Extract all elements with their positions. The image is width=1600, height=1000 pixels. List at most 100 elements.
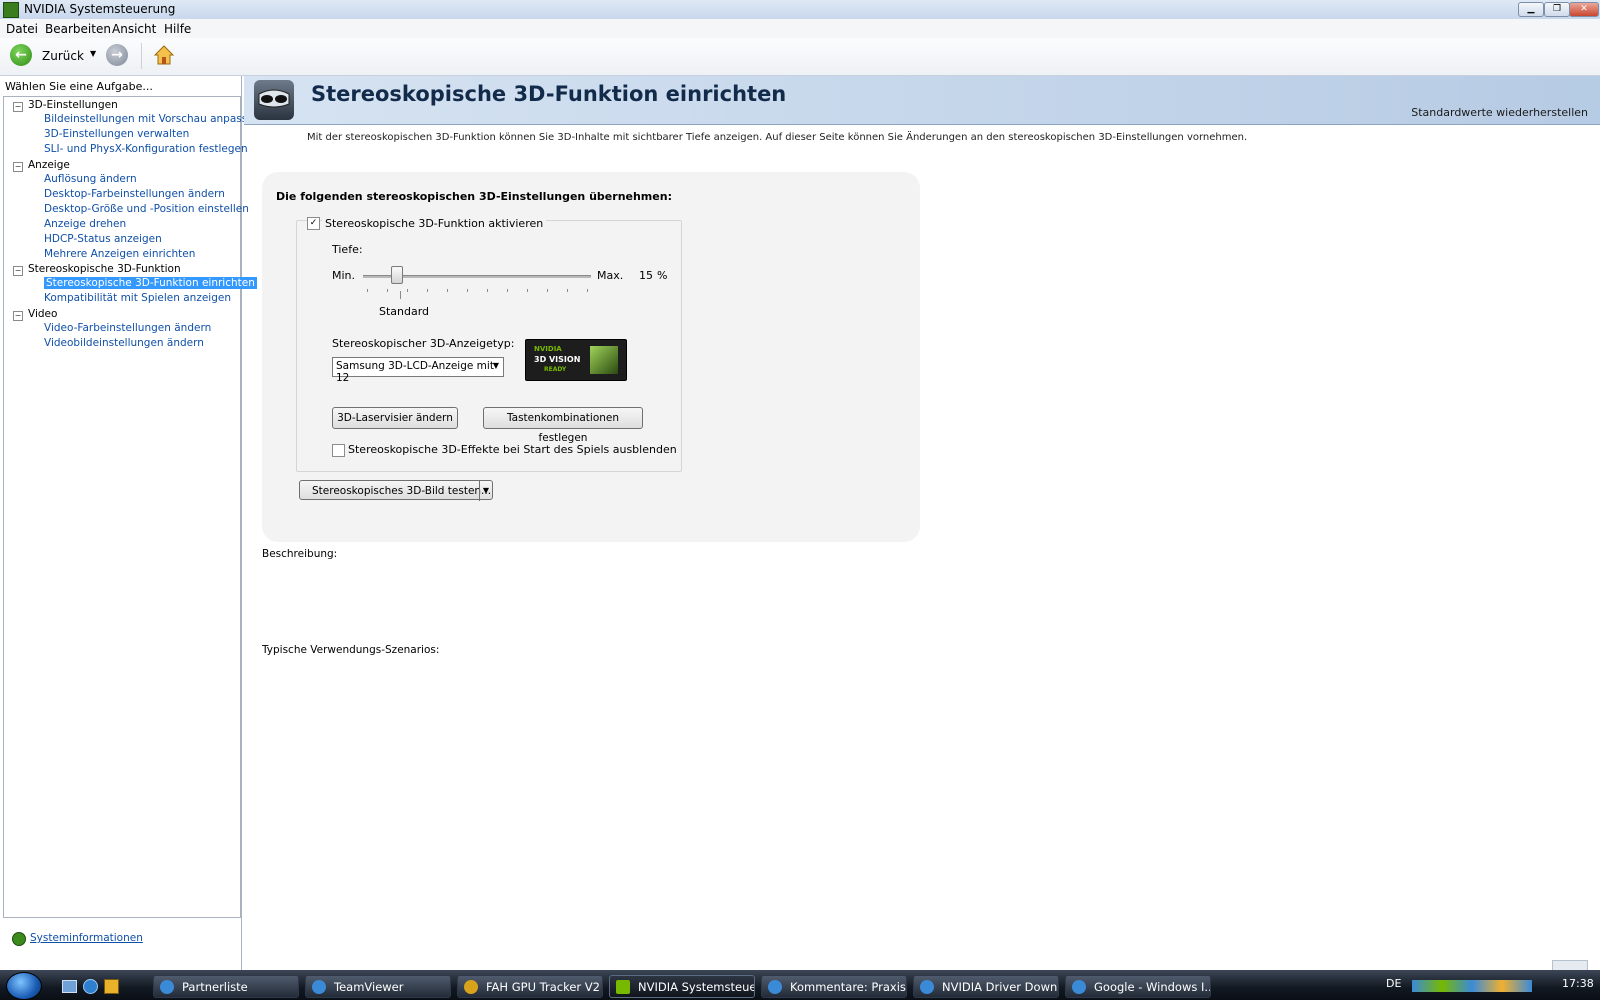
- enable-stereo-label[interactable]: Stereoskopische 3D-Funktion aktivieren: [322, 217, 547, 230]
- menu-bar: Datei Bearbeiten Ansicht Hilfe: [0, 19, 1600, 39]
- back-button-label[interactable]: Zurück: [42, 49, 84, 63]
- task-sidebar: Wählen Sie eine Aufgabe... − 3D-Einstell…: [3, 76, 260, 970]
- tree-item-anzeige-drehen[interactable]: Anzeige drehen: [44, 218, 126, 230]
- tree-item-aufloesung[interactable]: Auflösung ändern: [44, 173, 137, 185]
- tree-item-kompatibilitaet[interactable]: Kompatibilität mit Spielen anzeigen: [44, 292, 231, 304]
- tree-item-video-farbe[interactable]: Video-Farbeinstellungen ändern: [44, 322, 211, 334]
- arrow-left-icon[interactable]: ←: [10, 44, 32, 66]
- toolbar: ← Zurück ▼ →: [0, 38, 1600, 76]
- hide-effects-checkbox[interactable]: [332, 444, 345, 457]
- nvidia-3d-vision-logo: NVIDIA 3D VISION READY: [525, 339, 627, 381]
- tree-item-sli-physx[interactable]: SLI- und PhysX-Konfiguration festlegen: [44, 143, 248, 155]
- task-prompt: Wählen Sie eine Aufgabe...: [5, 80, 153, 93]
- taskbar-label: Kommentare: Praxis...: [790, 980, 907, 994]
- slider-tick: [547, 289, 548, 292]
- system-info-icon: [12, 932, 26, 946]
- tree-item-hdcp[interactable]: HDCP-Status anzeigen: [44, 233, 162, 245]
- display-type-label: Stereoskopischer 3D-Anzeigetyp:: [332, 337, 515, 350]
- taskbar-label: Google - Windows I...: [1094, 980, 1211, 994]
- test-3d-image-button[interactable]: Stereoskopisches 3D-Bild testen... ▼: [299, 480, 493, 501]
- taskbar-partnerliste[interactable]: Partnerliste: [153, 975, 299, 998]
- depth-unit: %: [657, 269, 668, 282]
- hotkeys-button[interactable]: Tastenkombinationen festlegen: [483, 407, 643, 444]
- minimize-button[interactable]: ▁: [1518, 2, 1544, 17]
- slider-tick: [487, 289, 488, 292]
- tree-item-mehrere-anzeigen[interactable]: Mehrere Anzeigen einrichten: [44, 248, 195, 260]
- slider-tick: [467, 289, 468, 292]
- system-info-link[interactable]: Systeminformationen: [30, 932, 143, 944]
- home-icon[interactable]: [152, 43, 176, 67]
- chevron-down-icon[interactable]: ▼: [90, 49, 96, 58]
- expander-icon[interactable]: −: [13, 162, 23, 172]
- arrow-right-icon[interactable]: →: [106, 44, 128, 66]
- tray-icons[interactable]: [1412, 980, 1532, 992]
- slider-tick: [507, 289, 508, 292]
- 3d-glasses-logo-icon: [590, 346, 618, 374]
- toolbar-divider: [141, 43, 142, 69]
- media-player-icon[interactable]: [104, 979, 119, 994]
- close-button[interactable]: ✕: [1569, 2, 1599, 17]
- start-button[interactable]: [6, 972, 42, 1000]
- stereo-3d-glasses-icon: [254, 80, 294, 120]
- display-type-select[interactable]: Samsung 3D-LCD-Anzeige mit 12 ▼: [332, 357, 504, 384]
- taskbar-label: NVIDIA Driver Down...: [942, 980, 1059, 994]
- tree-item-3d-einstellungen-verwalten[interactable]: 3D-Einstellungen verwalten: [44, 128, 189, 140]
- slider-tick: [407, 289, 408, 292]
- laser-sight-button[interactable]: 3D-Laservisier ändern: [332, 407, 458, 429]
- internet-explorer-icon[interactable]: [83, 979, 98, 994]
- tree-item-desktop-groesse[interactable]: Desktop-Größe und -Position einstellen: [44, 203, 249, 215]
- nvidia-app-icon: [616, 980, 630, 994]
- chevron-down-icon[interactable]: ▼: [479, 481, 492, 501]
- show-desktop-icon[interactable]: [62, 980, 77, 993]
- tree-group-3d-einstellungen[interactable]: 3D-Einstellungen: [28, 99, 118, 111]
- panel-heading: Die folgenden stereoskopischen 3D-Einste…: [276, 190, 672, 203]
- menu-hilfe[interactable]: Hilfe: [164, 22, 191, 36]
- chevron-down-icon[interactable]: ▼: [493, 361, 499, 370]
- tree-item-stereo-einrichten[interactable]: Stereoskopische 3D-Funktion einrichten: [44, 277, 257, 289]
- taskbar-google[interactable]: Google - Windows I...: [1065, 975, 1211, 998]
- taskbar-kommentare[interactable]: Kommentare: Praxis...: [761, 975, 907, 998]
- tree-group-stereoskopisch[interactable]: Stereoskopische 3D-Funktion: [28, 263, 181, 275]
- tree-item-videobild[interactable]: Videobildeinstellungen ändern: [44, 337, 204, 349]
- settings-panel: Die folgenden stereoskopischen 3D-Einste…: [262, 172, 920, 542]
- taskbar-nvidia-driver[interactable]: NVIDIA Driver Down...: [913, 975, 1059, 998]
- taskbar-nvidia[interactable]: NVIDIA Systemsteue...: [609, 975, 755, 998]
- slider-tick: [367, 289, 368, 292]
- window-title: NVIDIA Systemsteuerung: [24, 2, 176, 16]
- maximize-button[interactable]: ❐: [1544, 2, 1570, 17]
- menu-ansicht[interactable]: Ansicht: [112, 22, 156, 36]
- depth-value: 15: [639, 269, 653, 282]
- taskbar-teamviewer[interactable]: TeamViewer: [305, 975, 451, 998]
- clock[interactable]: 17:38: [1562, 977, 1594, 990]
- taskbar-label: TeamViewer: [334, 980, 404, 994]
- slider-tick: [447, 289, 448, 292]
- hide-effects-label[interactable]: Stereoskopische 3D-Effekte bei Start des…: [348, 443, 677, 456]
- teamviewer-icon: [312, 980, 326, 994]
- page-title: Stereoskopische 3D-Funktion einrichten: [311, 82, 787, 106]
- depth-slider-thumb[interactable]: [391, 266, 404, 284]
- taskbar-label: NVIDIA Systemsteue...: [638, 980, 755, 994]
- tree-item-desktop-farbe[interactable]: Desktop-Farbeinstellungen ändern: [44, 188, 225, 200]
- depth-default-label: Standard: [379, 305, 430, 318]
- slider-tick: [567, 289, 568, 292]
- tree-item-bildeinstellungen[interactable]: Bildeinstellungen mit Vorschau anpassen: [44, 113, 260, 125]
- expander-icon[interactable]: −: [13, 266, 23, 276]
- restore-defaults-link[interactable]: Standardwerte wiederherstellen: [1411, 106, 1588, 119]
- enable-stereo-checkbox[interactable]: ✓: [307, 217, 320, 230]
- expander-icon[interactable]: −: [13, 102, 23, 112]
- language-indicator[interactable]: DE: [1386, 977, 1401, 990]
- depth-label: Tiefe:: [332, 243, 363, 256]
- tree-group-anzeige[interactable]: Anzeige: [28, 159, 70, 171]
- taskbar-fah-tracker[interactable]: FAH GPU Tracker V2: [457, 975, 603, 998]
- description-label: Beschreibung:: [262, 548, 338, 560]
- default-marker: [400, 291, 401, 299]
- taskbar-label: Partnerliste: [182, 980, 248, 994]
- test-3d-image-label: Stereoskopisches 3D-Bild testen...: [312, 485, 492, 497]
- expander-icon[interactable]: −: [13, 311, 23, 321]
- tree-group-video[interactable]: Video: [28, 308, 57, 320]
- internet-explorer-icon: [768, 980, 782, 994]
- menu-bearbeiten[interactable]: Bearbeiten: [45, 22, 111, 36]
- teamviewer-icon: [160, 980, 174, 994]
- stereo-settings-group: ✓ Stereoskopische 3D-Funktion aktivieren…: [296, 217, 682, 472]
- menu-datei[interactable]: Datei: [6, 22, 38, 36]
